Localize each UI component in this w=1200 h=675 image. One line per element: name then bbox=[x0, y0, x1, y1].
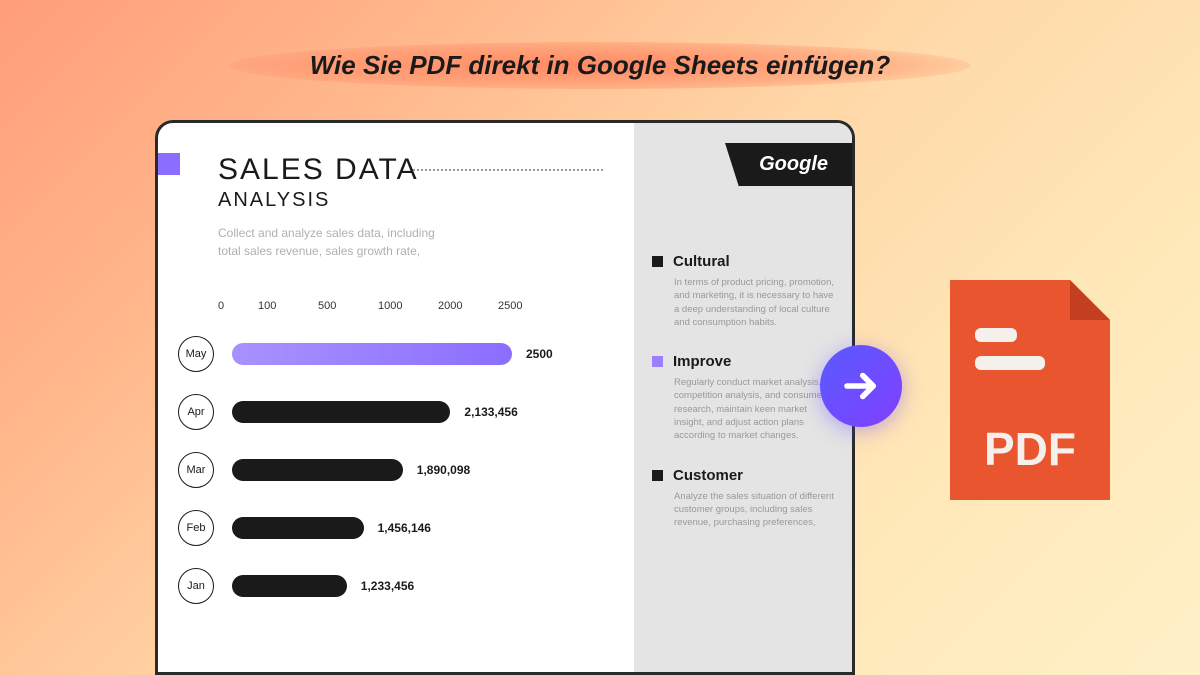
sidebar-item-head: Improve bbox=[652, 353, 834, 370]
title-pill: Wie Sie PDF direkt in Google Sheets einf… bbox=[230, 42, 971, 89]
pdf-label: PDF bbox=[984, 423, 1076, 475]
month-label: Jan bbox=[178, 568, 214, 604]
sidebar-item: Improve Regularly conduct market analysis… bbox=[652, 353, 834, 442]
bullet-icon bbox=[652, 470, 663, 481]
axis-tick: 1000 bbox=[378, 300, 438, 312]
bar-track: 2,133,456 bbox=[232, 401, 614, 423]
bullet-icon bbox=[652, 356, 663, 367]
spreadsheet-panel: SALES DATA ANALYSIS Collect and analyze … bbox=[155, 120, 855, 675]
google-tab: Google bbox=[739, 143, 852, 186]
panel-right: Google Cultural In terms of product prici… bbox=[634, 123, 852, 672]
accent-block bbox=[158, 153, 180, 175]
sidebar-item: Cultural In terms of product pricing, pro… bbox=[652, 253, 834, 329]
bar-row: Feb 1,456,146 bbox=[178, 510, 614, 546]
bar-value: 2500 bbox=[526, 347, 553, 361]
month-label: Apr bbox=[178, 394, 214, 430]
axis-tick: 0 bbox=[218, 300, 258, 312]
bar-fill bbox=[232, 343, 512, 365]
month-label: Mar bbox=[178, 452, 214, 488]
sidebar-item-head: Customer bbox=[652, 467, 834, 484]
month-label: Feb bbox=[178, 510, 214, 546]
page-title: Wie Sie PDF direkt in Google Sheets einf… bbox=[310, 50, 891, 81]
bar-fill bbox=[232, 575, 347, 597]
bar-track: 1,233,456 bbox=[232, 575, 614, 597]
sidebar-item-desc: In terms of product pricing, promotion, … bbox=[674, 276, 834, 329]
bar-value: 1,890,098 bbox=[417, 463, 470, 477]
bar-row: Mar 1,890,098 bbox=[178, 452, 614, 488]
bar-fill bbox=[232, 517, 364, 539]
axis-tick: 100 bbox=[258, 300, 318, 312]
axis-tick: 2000 bbox=[438, 300, 498, 312]
bar-fill bbox=[232, 401, 450, 423]
bar-track: 1,890,098 bbox=[232, 459, 614, 481]
bar-value: 2,133,456 bbox=[464, 405, 517, 419]
chart-axis: 0 100 500 1000 2000 2500 bbox=[218, 300, 614, 312]
sidebar-item-title: Cultural bbox=[673, 253, 730, 270]
bar-track: 1,456,146 bbox=[232, 517, 614, 539]
arrow-icon bbox=[820, 345, 902, 427]
pdf-file-icon: PDF bbox=[930, 270, 1130, 510]
bar-row: Jan 1,233,456 bbox=[178, 568, 614, 604]
bar-value: 1,233,456 bbox=[361, 579, 414, 593]
bar-row: Apr 2,133,456 bbox=[178, 394, 614, 430]
bar-row: May 2500 bbox=[178, 336, 614, 372]
sidebar-item-title: Improve bbox=[673, 353, 731, 370]
axis-tick: 500 bbox=[318, 300, 378, 312]
panel-left: SALES DATA ANALYSIS Collect and analyze … bbox=[158, 123, 634, 672]
heading-secondary: ANALYSIS bbox=[218, 189, 614, 212]
sidebar-list: Cultural In terms of product pricing, pro… bbox=[652, 253, 834, 530]
google-label: Google bbox=[759, 153, 828, 175]
bar-chart: May 2500 Apr 2,133,456 Mar 1,890,098 Feb 1,456,… bbox=[178, 336, 614, 604]
heading-subtext: Collect and analyze sales data, includin… bbox=[218, 224, 438, 260]
bar-track: 2500 bbox=[232, 343, 614, 365]
dotted-divider bbox=[413, 169, 603, 171]
month-label: May bbox=[178, 336, 214, 372]
bar-value: 1,456,146 bbox=[378, 521, 431, 535]
bullet-icon bbox=[652, 256, 663, 267]
sidebar-item-title: Customer bbox=[673, 467, 743, 484]
sidebar-item-head: Cultural bbox=[652, 253, 834, 270]
sidebar-item-desc: Analyze the sales situation of different… bbox=[674, 490, 834, 530]
sidebar-item-desc: Regularly conduct market analysis, compe… bbox=[674, 376, 834, 442]
sidebar-item: Customer Analyze the sales situation of d… bbox=[652, 467, 834, 530]
axis-tick: 2500 bbox=[498, 300, 558, 312]
bar-fill bbox=[232, 459, 403, 481]
